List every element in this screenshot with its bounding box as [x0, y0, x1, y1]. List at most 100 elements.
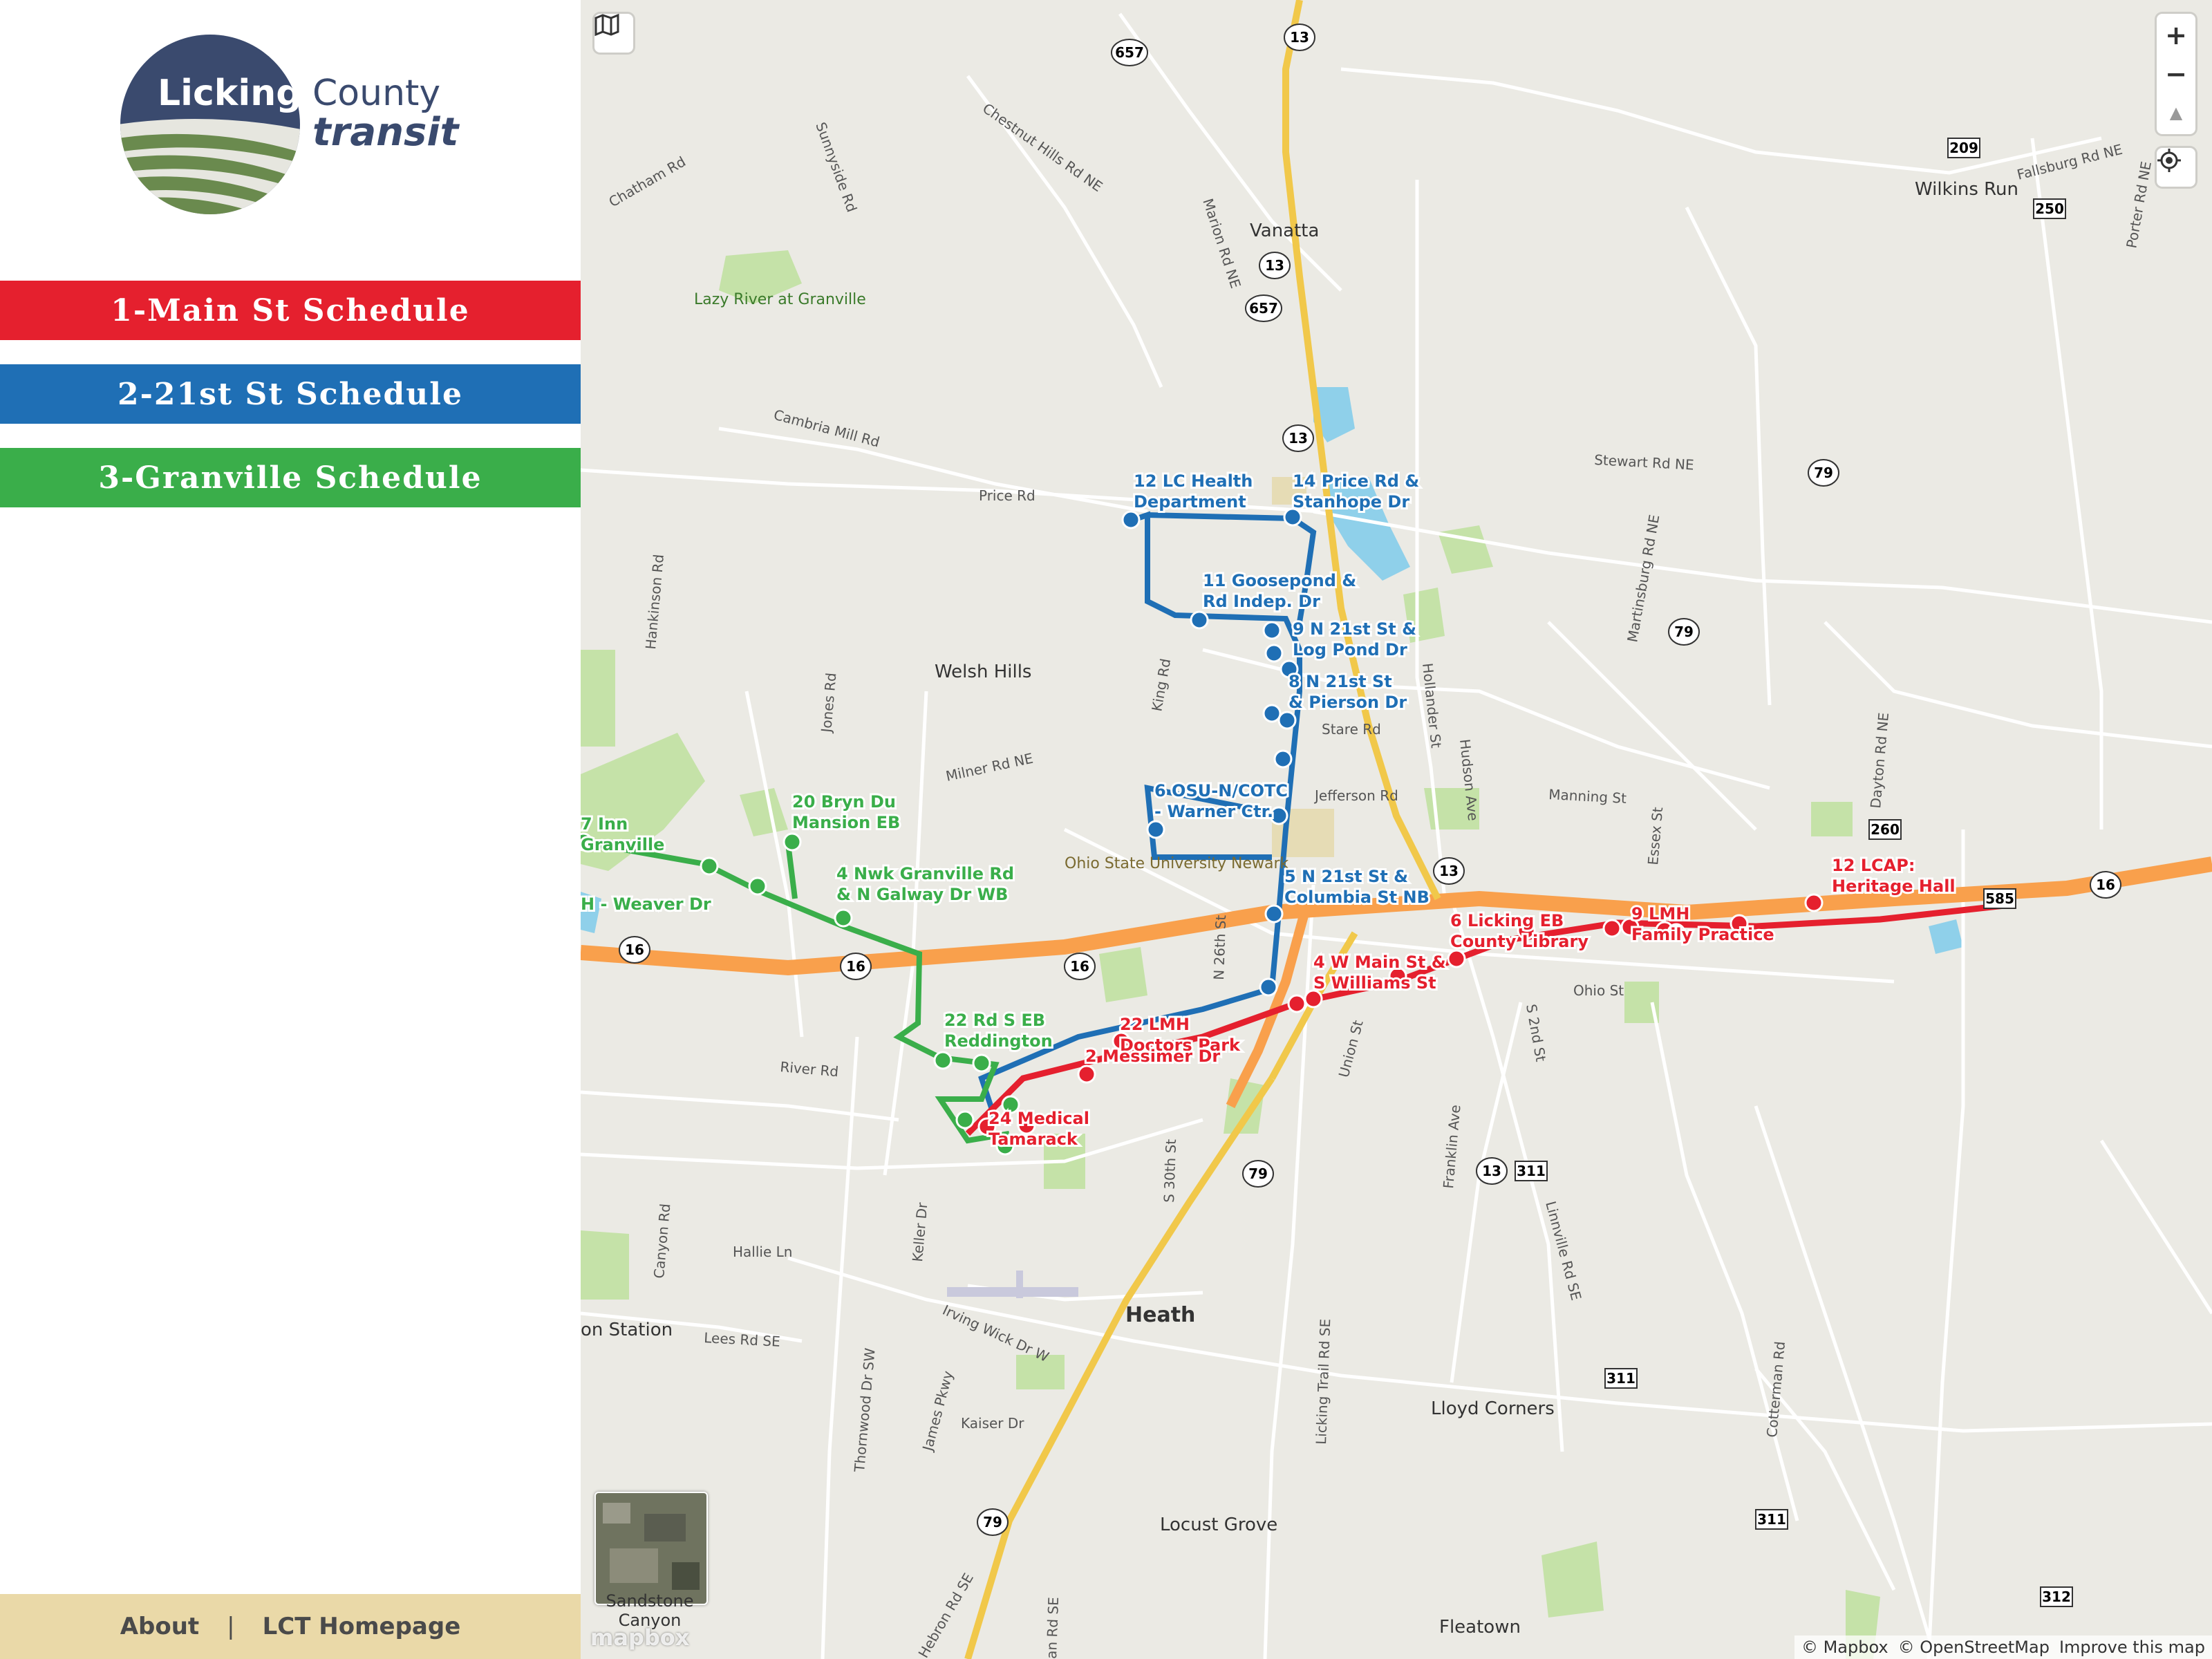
geolocate-button[interactable] — [2157, 148, 2195, 187]
svg-text:Price Rd: Price Rd — [979, 487, 1035, 504]
label-green-h: H - Weaver Dr — [581, 894, 711, 914]
svg-text:250: 250 — [2035, 200, 2064, 217]
satellite-minimap-toggle[interactable] — [594, 1492, 708, 1605]
svg-text:657: 657 — [1249, 300, 1278, 317]
footer-separator: | — [227, 1613, 235, 1640]
stop-red-5 — [1447, 949, 1466, 968]
geolocate-icon — [2157, 149, 2181, 172]
svg-text:N 26th St: N 26th St — [1210, 915, 1229, 980]
svg-text:Stare Rd: Stare Rd — [1322, 721, 1381, 738]
stop-blue-11 — [1190, 610, 1209, 630]
svg-text:Kaiser Dr: Kaiser Dr — [961, 1415, 1024, 1432]
licking-county-transit-logo[interactable]: Licking County transit — [118, 28, 477, 221]
main-st-schedule-button[interactable]: 1-Main St Schedule — [0, 281, 581, 340]
map-icon — [594, 14, 619, 36]
logo-word-transit: transit — [312, 110, 460, 155]
stop-red-7 — [1602, 919, 1622, 938]
lct-homepage-link[interactable]: LCT Homepage — [263, 1613, 461, 1640]
compass-icon: ▲ — [2169, 103, 2183, 122]
sidebar-footer: About | LCT Homepage — [0, 1594, 581, 1659]
stop-blue-12 — [1121, 510, 1141, 529]
stop-green-20 — [782, 832, 802, 852]
place-locust-grove: Locust Grove — [1160, 1515, 1277, 1535]
mapbox-logo[interactable]: mapbox — [590, 1624, 689, 1651]
shield-79a: 79 — [1808, 459, 1839, 487]
stop-green-4 — [834, 908, 853, 928]
map-canvas[interactable]: 657 13 13 657 13 209 250 79 79 260 585 1… — [581, 0, 2212, 1659]
about-link[interactable]: About — [120, 1613, 199, 1640]
shield-79b: 79 — [1668, 618, 1700, 646]
place-on-station: on Station — [581, 1320, 673, 1340]
svg-text:79: 79 — [983, 1514, 1002, 1530]
svg-text:79: 79 — [1674, 624, 1694, 640]
svg-text:S 30th St: S 30th St — [1161, 1138, 1179, 1203]
svg-text:Hallie Ln: Hallie Ln — [733, 1244, 792, 1260]
svg-text:657: 657 — [1115, 44, 1144, 61]
svg-text:13: 13 — [1288, 430, 1308, 447]
mapbox-attribution-link[interactable]: © Mapbox — [1801, 1638, 1888, 1657]
shield-311c: 311 — [1755, 1509, 1788, 1530]
svg-text:16: 16 — [1070, 958, 1089, 975]
svg-text:585: 585 — [1985, 890, 2014, 907]
shield-13a: 13 — [1284, 24, 1315, 51]
shield-657b: 657 — [1245, 294, 1282, 322]
svg-text:16: 16 — [846, 958, 865, 975]
svg-text:209: 209 — [1949, 140, 1978, 156]
svg-text:312: 312 — [2042, 1588, 2071, 1605]
shield-16b: 16 — [619, 936, 650, 964]
shield-16c: 16 — [840, 953, 872, 980]
svg-text:Jefferson Rd: Jefferson Rd — [1313, 787, 1398, 804]
stop-blue-7 — [1273, 749, 1293, 769]
compass-button[interactable]: ▲ — [2157, 93, 2195, 132]
svg-text:16: 16 — [625, 941, 644, 958]
map-attribution: © Mapbox © OpenStreetMap Improve this ma… — [1794, 1635, 2212, 1659]
svg-text:260: 260 — [1871, 821, 1900, 838]
place-lazy-river: Lazy River at Granville — [694, 291, 866, 308]
zoom-out-button[interactable]: − — [2157, 55, 2195, 93]
shield-13b: 13 — [1259, 252, 1291, 279]
svg-text:79: 79 — [1814, 465, 1833, 481]
shield-16a: 16 — [2090, 871, 2121, 899]
place-welsh-hills: Welsh Hills — [935, 662, 1031, 682]
osm-attribution-link[interactable]: © OpenStreetMap — [1898, 1638, 2050, 1657]
21st-st-schedule-button[interactable]: 2-21st St Schedule — [0, 364, 581, 424]
granville-schedule-button[interactable]: 3-Granville Schedule — [0, 448, 581, 507]
svg-text:Ohio St: Ohio St — [1573, 982, 1624, 999]
shield-260: 260 — [1868, 819, 1902, 840]
shield-209: 209 — [1947, 138, 1980, 158]
zoom-in-button[interactable]: + — [2157, 16, 2195, 55]
shield-79d: 79 — [977, 1508, 1009, 1536]
svg-text:311: 311 — [1606, 1370, 1635, 1387]
logo-word-licking: Licking — [158, 73, 301, 114]
logo-word-county: County — [312, 73, 440, 114]
svg-text:13: 13 — [1439, 863, 1459, 879]
shield-657a: 657 — [1111, 39, 1148, 66]
stop-blue-5 — [1264, 904, 1284, 924]
satellite-thumbnail — [596, 1493, 706, 1604]
stop-red-3b — [1304, 989, 1323, 1009]
map-style-toggle[interactable] — [594, 14, 633, 53]
stop-blue-9a — [1262, 621, 1282, 640]
stop-red-2 — [1077, 1065, 1096, 1084]
svg-text:13: 13 — [1265, 257, 1284, 274]
stop-green-4b — [748, 877, 767, 896]
stop-blue-8b — [1277, 711, 1297, 730]
improve-map-link[interactable]: Improve this map — [2059, 1638, 2205, 1657]
shield-311b: 311 — [1604, 1368, 1638, 1389]
stop-red-3 — [1287, 994, 1306, 1013]
shield-13e: 13 — [1476, 1157, 1508, 1185]
route-map[interactable]: 657 13 13 657 13 209 250 79 79 260 585 1… — [581, 0, 2212, 1659]
place-lloyd-corners: Lloyd Corners — [1431, 1398, 1555, 1419]
shield-13c: 13 — [1282, 424, 1314, 452]
svg-text:79: 79 — [1248, 1165, 1268, 1182]
shield-16d: 16 — [1064, 953, 1096, 980]
sidebar: Licking County transit 1-Main St Schedul… — [0, 0, 581, 1659]
stop-green-22 — [933, 1051, 953, 1070]
shield-250: 250 — [2033, 198, 2066, 219]
stop-blue-8 — [1262, 704, 1282, 723]
shield-79c: 79 — [1242, 1160, 1274, 1188]
stop-green-5 — [700, 856, 719, 876]
stop-green-23 — [955, 1110, 975, 1130]
shield-311a: 311 — [1515, 1161, 1548, 1181]
svg-text:an Rd SE: an Rd SE — [1043, 1597, 1062, 1659]
